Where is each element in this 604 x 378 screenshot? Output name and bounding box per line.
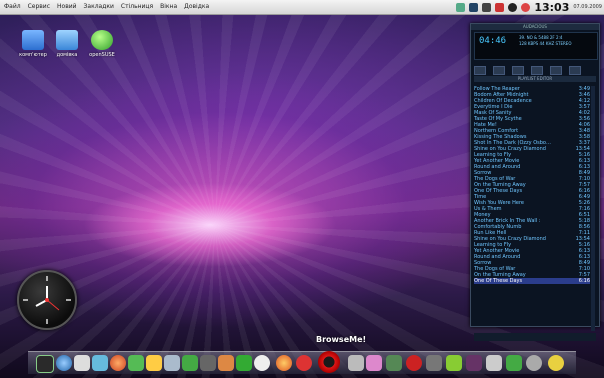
notes-icon[interactable] [146,355,162,371]
file-manager-icon[interactable] [74,355,90,371]
screenshot-icon[interactable] [200,355,216,371]
clock-face-icon [23,276,71,324]
player-time[interactable]: 04:46 [479,36,506,46]
network-globe-icon[interactable] [56,355,72,371]
disk-icon[interactable] [426,355,442,371]
tux-icon[interactable] [548,355,564,371]
next-button[interactable] [550,66,563,75]
opera-mini-icon[interactable] [406,355,422,371]
volume-icon[interactable] [482,2,492,12]
system-tray: 13:03 07.09.2009 [456,0,602,14]
stop-button[interactable] [531,66,544,75]
computer-icon [22,30,44,50]
desktop-icon-home[interactable]: домівка [47,30,87,58]
power-icon[interactable] [508,2,518,12]
graphics-icon[interactable] [182,355,198,371]
analog-clock-widget [17,270,77,330]
player-controls [474,60,596,75]
terminal-icon[interactable] [36,355,54,373]
clipboard-icon[interactable] [348,355,364,371]
update-icon[interactable] [521,2,531,12]
firefox-icon[interactable] [276,355,292,371]
desktop-icon-opensuse[interactable]: openSUSE [82,30,122,58]
dock-tooltip: BrowseMe! [316,335,367,344]
audacious-player: AUDACIOUS 04:46 39. NO & 5488 2F 2:4 128… [470,23,600,341]
playlist: Follow The Reaper 3:49 Bodom After Midnigh… [474,86,590,331]
updater-icon[interactable] [495,2,505,12]
image-viewer-icon[interactable] [386,355,402,371]
settings-icon[interactable] [92,355,108,371]
desktop-icon-label: openSUSE [89,52,115,58]
player-info-line2: 128 KBPS 44 KHZ STEREO [519,41,572,46]
menu-bar: Файл Сервис Новий Закладки Стільниця Вік… [4,1,209,13]
editor-icon[interactable] [446,355,462,371]
menu-file[interactable]: Файл [4,1,21,13]
opera-icon[interactable] [296,355,312,371]
playlist-scrollbar[interactable] [591,86,595,331]
playlist-title[interactable]: PLAYLIST EDITOR [474,76,596,82]
archive-icon[interactable] [366,355,382,371]
menu-windows[interactable]: Вікна [160,1,177,13]
menu-new[interactable]: Новий [57,1,77,13]
track-length: 6:16 [578,278,590,284]
prev-button[interactable] [474,66,486,75]
track-title: One Of These Days [474,278,523,284]
menu-help[interactable]: Довідка [184,1,209,13]
clock-app-icon[interactable] [254,355,270,371]
menu-service[interactable]: Сервис [28,1,50,13]
text-editor-icon[interactable] [164,355,180,371]
play-button[interactable] [493,66,506,75]
opensuse-icon [91,30,113,50]
player-tray-icon[interactable] [469,2,479,12]
opera-browser-icon[interactable] [318,351,340,373]
chat-icon[interactable] [236,355,252,371]
pause-button[interactable] [512,66,525,75]
player-info: 39. NO & 5488 2F 2:4 128 KBPS 44 KHZ STE… [519,35,571,47]
media-player-icon[interactable] [110,355,126,371]
audio-icon[interactable] [218,355,234,371]
top-panel: Файл Сервис Новий Закладки Стільниця Вік… [0,0,604,15]
playlist-row[interactable]: One Of These Days 6:16 [474,278,590,284]
package-icon[interactable] [506,355,522,371]
trash-icon[interactable] [486,355,502,371]
dock [28,351,576,374]
desktop-icon-label: домівка [56,52,78,58]
panel-clock[interactable]: 13:03 [534,1,569,14]
workspace-icon[interactable] [466,355,482,371]
panel-date: 07.09.2009 [573,4,602,10]
menu-bookmarks[interactable]: Закладки [84,1,114,13]
network-icon[interactable] [456,2,466,12]
playlist-footer [474,333,596,341]
menu-desktop[interactable]: Стільниця [121,1,153,13]
player-title[interactable]: AUDACIOUS [471,24,599,30]
eject-button[interactable] [569,66,582,75]
player-display: 04:46 39. NO & 5488 2F 2:4 128 KBPS 44 K… [474,32,598,60]
office-icon[interactable] [128,355,144,371]
home-folder-icon [56,30,78,50]
mixer-icon[interactable] [526,355,542,371]
